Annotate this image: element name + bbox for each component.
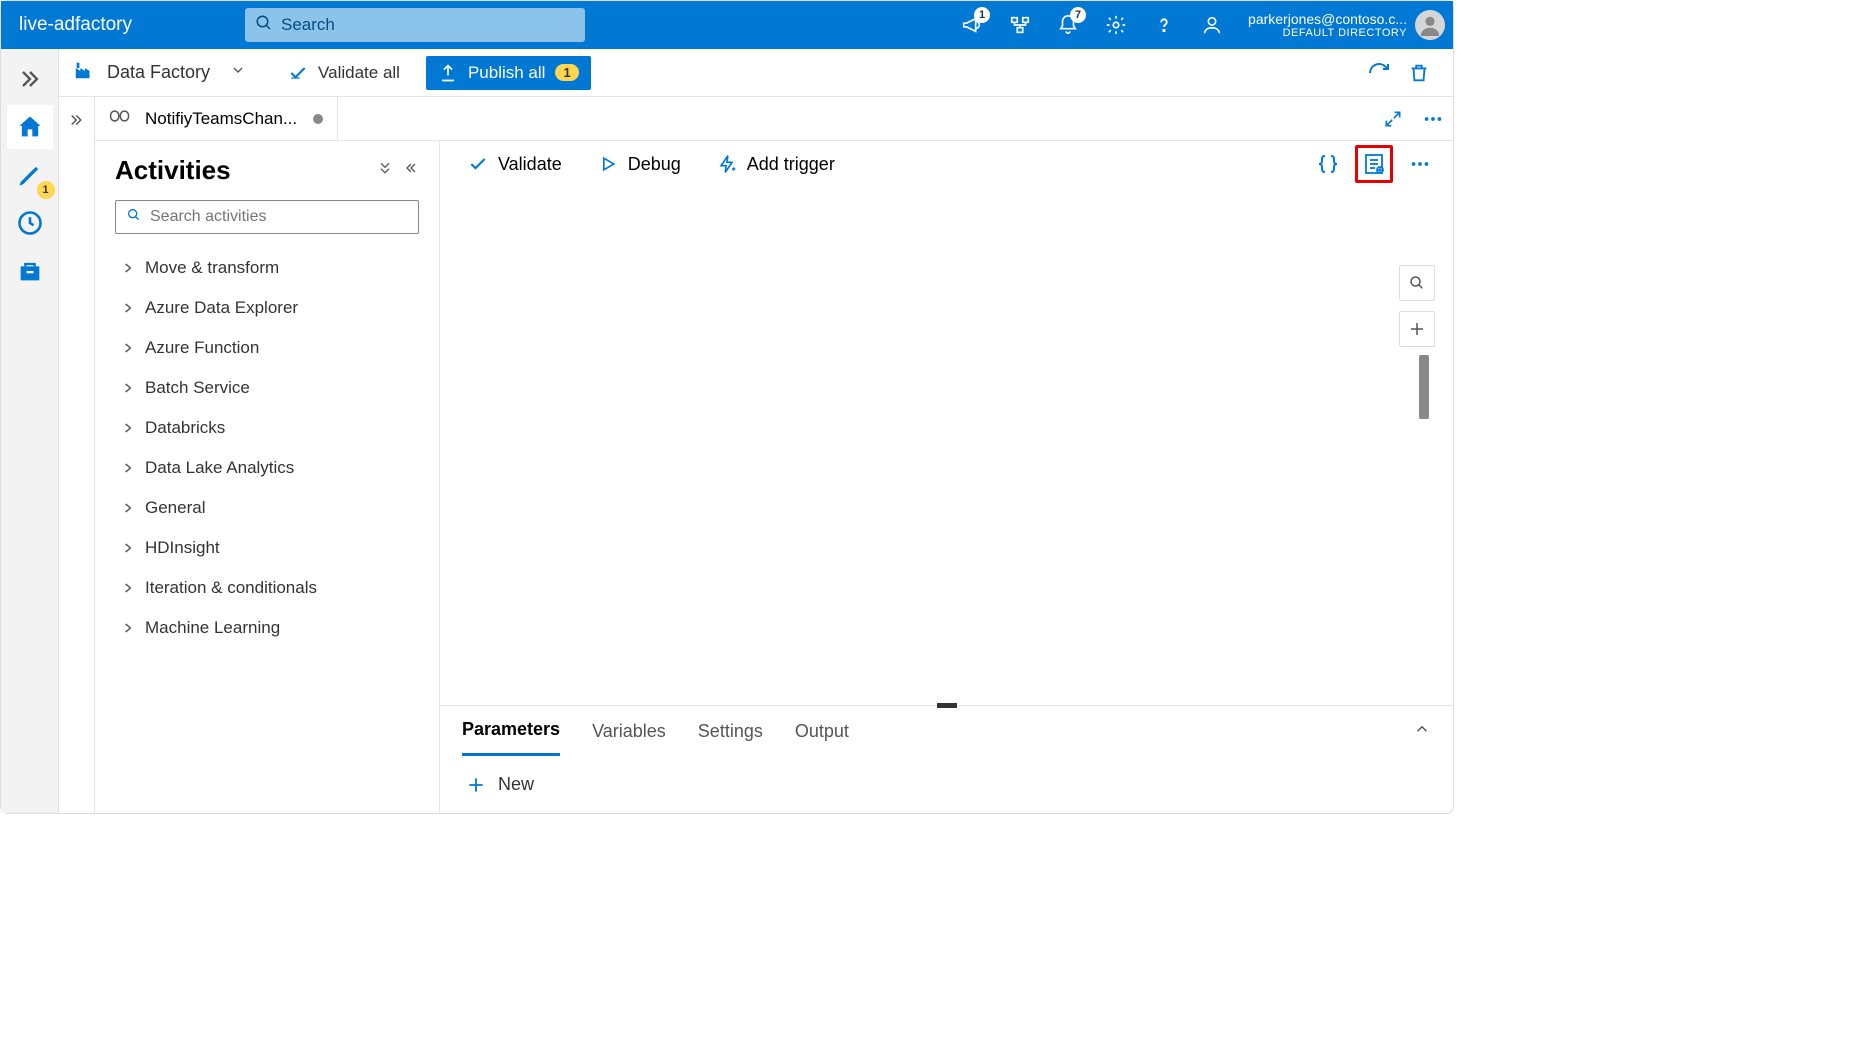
canvas-area: Validate Debug Add trigger — [440, 141, 1453, 813]
account-email: parkerjones@contoso.c... — [1248, 11, 1407, 27]
activity-category[interactable]: Batch Service — [115, 368, 419, 408]
collapse-panel-icon[interactable] — [403, 160, 419, 181]
feedback-icon[interactable] — [1188, 1, 1236, 49]
canvas-more-icon[interactable] — [1401, 145, 1439, 183]
activity-category[interactable]: Machine Learning — [115, 608, 419, 648]
brand-title[interactable]: live-adfactory — [1, 14, 150, 36]
help-icon[interactable] — [1140, 1, 1188, 49]
tab-settings[interactable]: Settings — [698, 706, 763, 756]
refresh-icon[interactable] — [1359, 53, 1399, 93]
pipeline-tab[interactable]: NotifiyTeamsChan... — [95, 97, 338, 141]
breadcrumb[interactable]: Data Factory — [73, 59, 210, 86]
bell-badge: 7 — [1070, 7, 1086, 23]
design-canvas[interactable] — [440, 187, 1453, 705]
validate-all-button[interactable]: Validate all — [274, 56, 414, 90]
manage-icon[interactable] — [7, 249, 53, 293]
unsaved-indicator-icon — [313, 114, 323, 124]
properties-icon[interactable] — [1355, 145, 1393, 183]
validate-button[interactable]: Validate — [454, 146, 576, 182]
activity-category[interactable]: Move & transform — [115, 248, 419, 288]
publish-all-label: Publish all — [468, 63, 546, 83]
search-icon — [255, 14, 281, 37]
panel-resize-handle[interactable] — [937, 703, 957, 708]
expand-tabs-button[interactable] — [68, 111, 86, 813]
tab-variables[interactable]: Variables — [592, 706, 666, 756]
monitor-icon[interactable] — [7, 201, 53, 245]
command-bar: Data Factory Validate all Publish all 1 — [59, 49, 1453, 97]
megaphone-icon[interactable]: 1 — [948, 1, 996, 49]
discard-icon[interactable] — [1399, 53, 1439, 93]
flow-icon[interactable] — [996, 1, 1044, 49]
document-tabstrip: NotifiyTeamsChan... — [95, 97, 1453, 141]
search-icon — [126, 207, 150, 228]
add-trigger-button[interactable]: Add trigger — [703, 146, 849, 182]
author-badge: 1 — [37, 181, 55, 199]
activity-category[interactable]: Data Lake Analytics — [115, 448, 419, 488]
tab-parameters[interactable]: Parameters — [462, 706, 560, 756]
canvas-scrollbar[interactable] — [1419, 355, 1429, 419]
pipeline-icon — [109, 106, 135, 131]
code-view-icon[interactable] — [1309, 145, 1347, 183]
activities-search-input[interactable] — [150, 208, 408, 226]
activity-category[interactable]: Databricks — [115, 408, 419, 448]
breadcrumb-label: Data Factory — [107, 62, 210, 83]
debug-button[interactable]: Debug — [584, 146, 695, 182]
pipeline-tab-label: NotifiyTeamsChan... — [145, 109, 297, 129]
avatar-icon — [1415, 10, 1445, 40]
announce-badge: 1 — [974, 7, 990, 23]
activity-category[interactable]: Azure Function — [115, 328, 419, 368]
activities-title: Activities — [115, 155, 231, 186]
activity-category[interactable]: General — [115, 488, 419, 528]
bottom-panel: Parameters Variables Settings Output — [440, 705, 1453, 813]
activities-panel: Activities Move & transform Azure Data E… — [95, 141, 440, 813]
canvas-search-icon[interactable] — [1399, 265, 1435, 301]
gear-icon[interactable] — [1092, 1, 1140, 49]
collapse-bottom-icon[interactable] — [1413, 720, 1431, 743]
tab-output[interactable]: Output — [795, 706, 849, 756]
expand-window-icon[interactable] — [1373, 99, 1413, 139]
activities-search[interactable] — [115, 200, 419, 234]
account-directory: DEFAULT DIRECTORY — [1248, 27, 1407, 39]
canvas-add-icon[interactable] — [1399, 311, 1435, 347]
global-search-input[interactable] — [281, 15, 575, 35]
home-icon[interactable] — [7, 105, 53, 149]
publish-count-badge: 1 — [555, 64, 578, 81]
collapse-all-icon[interactable] — [377, 160, 393, 181]
validate-all-label: Validate all — [318, 63, 400, 83]
nav-rail: 1 — [1, 49, 59, 813]
author-icon[interactable]: 1 — [7, 153, 53, 197]
account-area[interactable]: parkerjones@contoso.c... DEFAULT DIRECTO… — [1236, 10, 1453, 40]
new-parameter-button[interactable]: New — [466, 774, 1427, 795]
factory-icon — [73, 59, 95, 86]
bell-icon[interactable]: 7 — [1044, 1, 1092, 49]
canvas-toolbar: Validate Debug Add trigger — [440, 141, 1453, 187]
chevron-down-icon[interactable] — [230, 62, 246, 83]
more-icon[interactable] — [1413, 99, 1453, 139]
activity-category[interactable]: HDInsight — [115, 528, 419, 568]
top-banner: live-adfactory 1 7 parkerjones@contoso.c… — [1, 1, 1453, 49]
activity-category[interactable]: Iteration & conditionals — [115, 568, 419, 608]
expand-rail-button[interactable] — [7, 57, 53, 101]
global-search[interactable] — [245, 8, 585, 42]
activity-category[interactable]: Azure Data Explorer — [115, 288, 419, 328]
publish-all-button[interactable]: Publish all 1 — [426, 56, 591, 90]
